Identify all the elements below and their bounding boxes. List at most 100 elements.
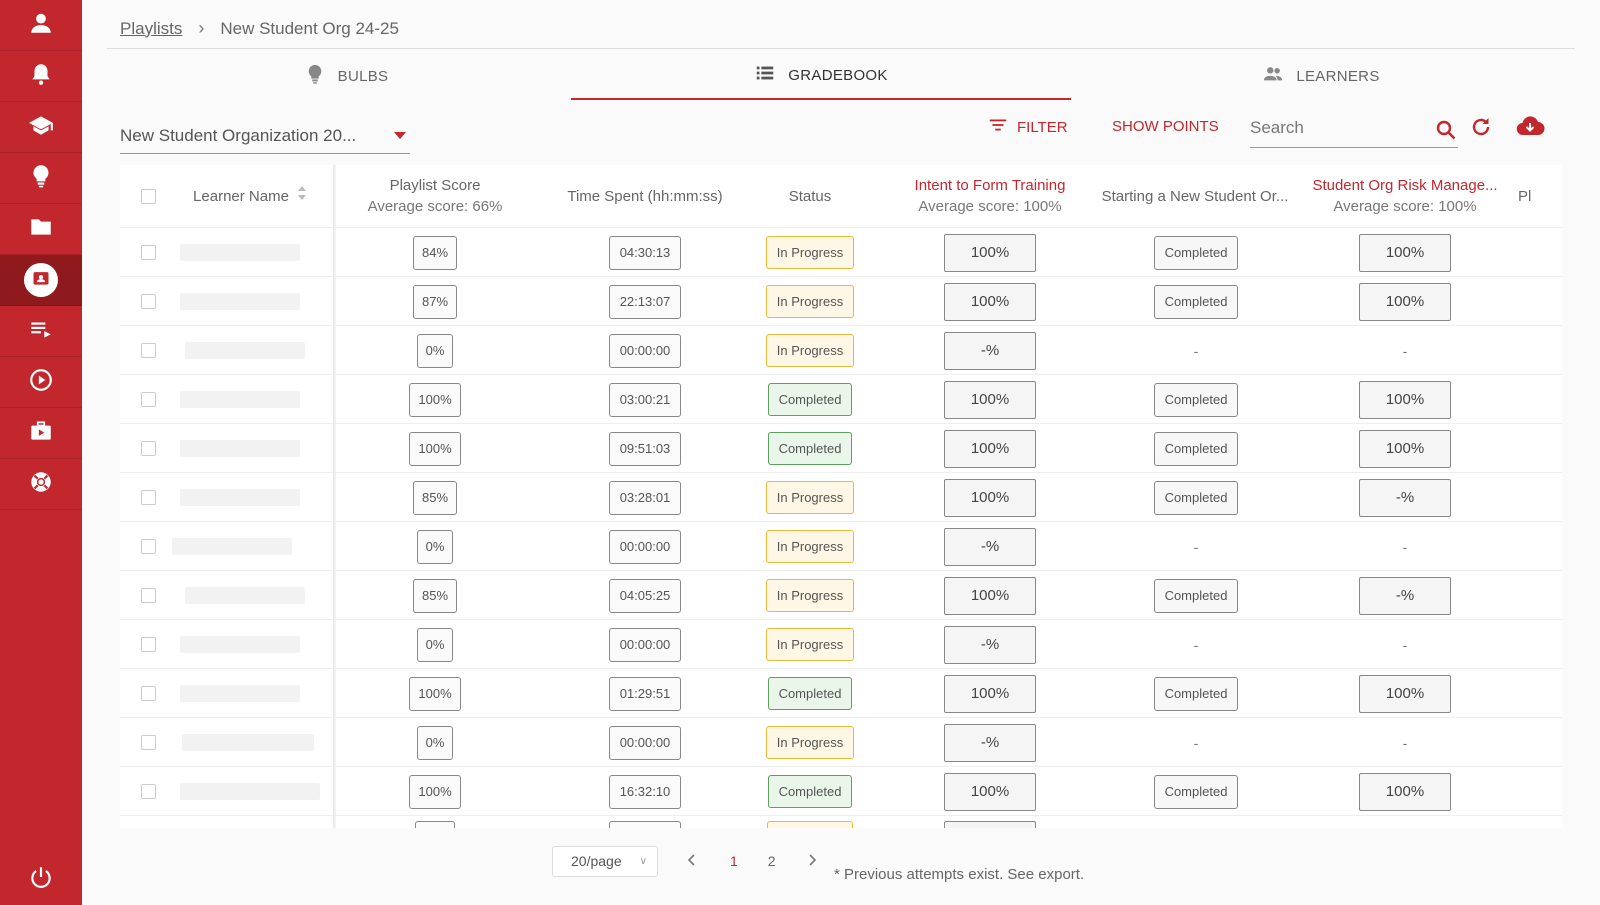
nav-videos[interactable] [0,357,82,408]
starting-new-org-status[interactable]: Completed [1154,676,1238,711]
risk-management-empty: - [1402,342,1408,359]
risk-management-score[interactable]: 100% [1359,282,1451,321]
playlist-score-value[interactable]: 100% [409,431,461,466]
playlist-score-title: Playlist Score [389,177,481,194]
intent-to-form-score[interactable]: 100% [944,429,1036,468]
row-checkbox[interactable] [140,637,156,652]
starting-new-org-status[interactable]: Completed [1154,284,1238,319]
nav-support[interactable] [0,459,82,510]
intent-to-form-score[interactable]: -% [944,625,1036,664]
tab-bulbs[interactable]: BULBS [107,52,585,100]
intent-to-form-score[interactable]: 100% [944,576,1036,615]
nav-playlists[interactable] [0,306,82,357]
risk-management-score[interactable]: 100% [1359,380,1451,419]
row-select-cell [135,571,161,620]
nav-notifications[interactable] [0,51,82,102]
search-icon[interactable] [1434,118,1458,142]
intent-to-form-score[interactable]: -% [944,527,1036,566]
playlist-score-value[interactable]: 0% [416,627,454,662]
tab-gradebook[interactable]: GRADEBOOK [571,52,1071,100]
page-1-link[interactable]: 1 [730,853,738,869]
starting-new-org-title: Starting a New Student Or... [1101,187,1289,205]
learner-name-header[interactable]: Learner Name [180,165,320,227]
starting-new-org-cell: - [1128,620,1264,669]
intent-to-form-score[interactable]: 100% [944,772,1036,811]
nav-bulbs[interactable] [0,153,82,204]
intent-to-form-score[interactable]: 100% [944,674,1036,713]
intent-to-form-score[interactable]: -% [944,331,1036,370]
nav-courses[interactable] [0,102,82,153]
risk-management-header[interactable]: Student Org Risk Manage... Average score… [1305,165,1505,227]
risk-management-score[interactable]: -% [1359,576,1451,615]
intent-to-form-score[interactable]: -% [944,723,1036,762]
playlist-score-value[interactable]: 85% [412,578,458,613]
cloud-download-icon[interactable] [1515,114,1545,140]
nav-gradebook[interactable] [0,255,82,306]
row-checkbox[interactable] [140,294,156,309]
starting-new-org-status[interactable]: Completed [1154,235,1238,270]
row-checkbox[interactable] [140,539,156,554]
risk-management-score[interactable]: -% [1359,478,1451,517]
table-row: 84% 04:30:13 In Progress 100% Completed 100% [120,227,1562,276]
intent-to-form-score[interactable]: 100% [944,282,1036,321]
sort-icon[interactable] [297,185,307,207]
refresh-icon[interactable] [1469,115,1493,139]
intent-to-form-score[interactable]: 100% [944,233,1036,272]
playlist-score-value[interactable]: 84% [412,235,458,270]
search-input[interactable] [1250,112,1420,144]
row-checkbox[interactable] [140,490,156,505]
filter-button[interactable]: FILTER [987,115,1068,139]
intent-to-form-score[interactable]: 100% [944,380,1036,419]
row-checkbox[interactable] [140,588,156,603]
risk-management-average: Average score: 100% [1333,198,1477,215]
row-checkbox[interactable] [140,392,156,407]
tab-bulbs-label: BULBS [337,67,389,85]
playlist-score-value[interactable]: 100% [409,676,461,711]
nav-media[interactable] [0,408,82,459]
show-points-button[interactable]: SHOW POINTS [1112,118,1219,135]
risk-management-score[interactable]: 100% [1359,674,1451,713]
intent-to-form-header[interactable]: Intent to Form Training Average score: 1… [910,165,1070,227]
time-spent-value: 09:51:03 [609,431,681,466]
playlist-score-value[interactable]: 0% [416,529,454,564]
learner-name-placeholder [172,538,292,555]
row-checkbox[interactable] [140,735,156,750]
nav-logout[interactable] [0,854,82,905]
risk-management-score[interactable]: 100% [1359,429,1451,468]
page-2-link[interactable]: 2 [768,853,776,869]
row-checkbox[interactable] [140,343,156,358]
time-spent-cell: 03:28:01 [555,473,735,522]
risk-management-score[interactable]: 100% [1359,233,1451,272]
intent-to-form-score[interactable]: 100% [944,478,1036,517]
lightbulb-icon [28,163,54,194]
starting-new-org-status[interactable]: Completed [1154,431,1238,466]
next-page-icon[interactable] [808,853,818,870]
playlist-score-value[interactable]: 0% [416,333,454,368]
learner-name-placeholder [180,244,300,261]
nav-folders[interactable] [0,204,82,255]
risk-management-score[interactable]: 100% [1359,772,1451,811]
row-checkbox[interactable] [140,245,156,260]
starting-new-org-status[interactable]: Completed [1154,774,1238,809]
row-select-cell [135,669,161,718]
starting-new-org-cell: Completed [1128,228,1264,277]
select-all-checkbox[interactable] [140,188,156,204]
playlist-score-value[interactable]: 100% [409,774,461,809]
organization-select[interactable]: New Student Organization 20... [120,118,410,154]
starting-new-org-status[interactable]: Completed [1154,578,1238,613]
row-checkbox[interactable] [140,686,156,701]
page-size-select[interactable]: 20/page ∨ [552,845,658,877]
prev-page-icon[interactable] [686,853,696,870]
playlist-score-value[interactable]: 87% [412,284,458,319]
row-checkbox[interactable] [140,441,156,456]
playlist-score-value[interactable]: 100% [409,382,461,417]
starting-new-org-status[interactable]: Completed [1154,480,1238,515]
tab-learners[interactable]: LEARNERS [1082,52,1560,100]
breadcrumb-playlists-link[interactable]: Playlists [120,19,182,39]
status-badge: Completed [767,383,853,416]
starting-new-org-status[interactable]: Completed [1154,382,1238,417]
playlist-score-value[interactable]: 0% [416,725,454,760]
row-checkbox[interactable] [140,784,156,799]
playlist-score-value[interactable]: 85% [412,480,458,515]
nav-profile[interactable] [0,0,82,51]
